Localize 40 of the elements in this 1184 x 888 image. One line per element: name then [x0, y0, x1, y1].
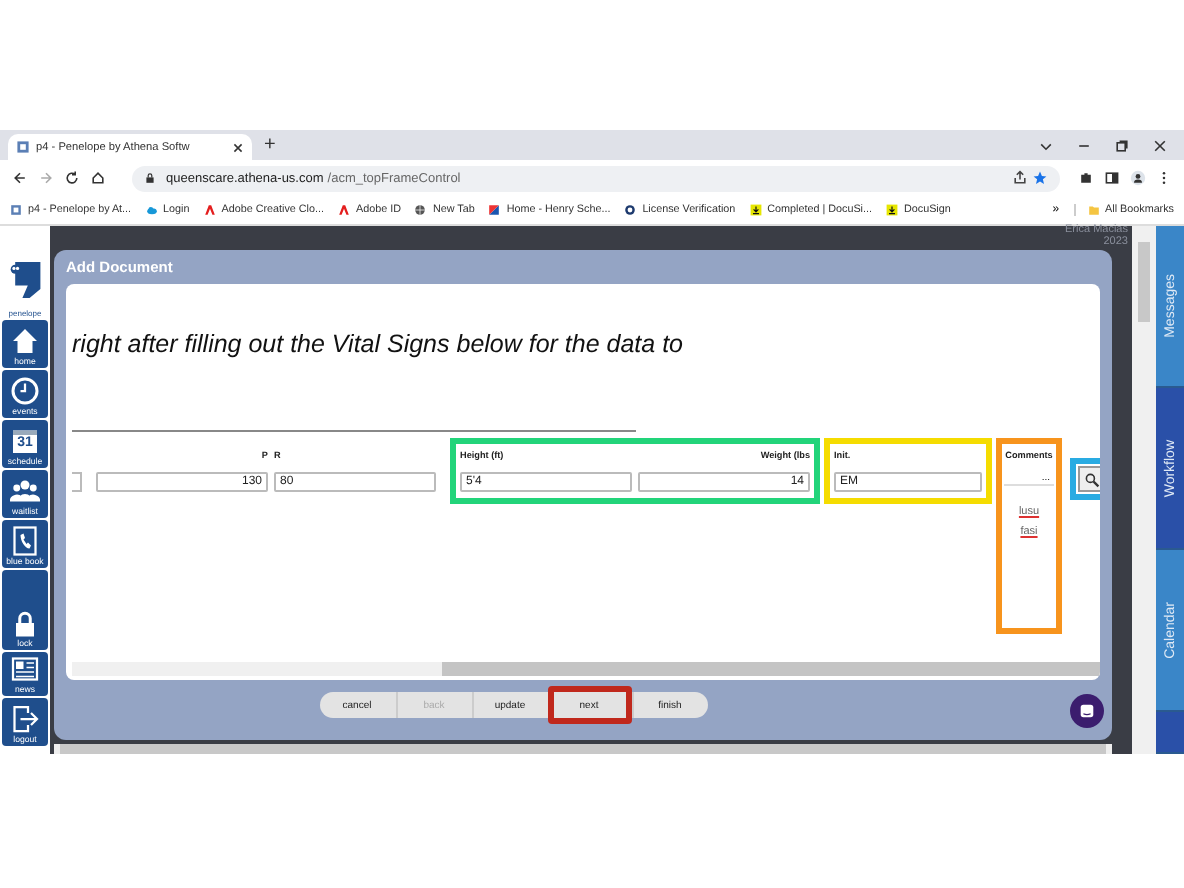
close-icon[interactable] — [232, 141, 244, 153]
clock-icon — [10, 376, 40, 406]
chevron-icon[interactable] — [1038, 138, 1054, 154]
lock-icon — [10, 608, 40, 638]
instruction-text: right after filling out the Vital Signs below for the data to — [72, 330, 686, 358]
cloud-icon — [145, 204, 158, 216]
horizontal-scrollbar[interactable] — [72, 662, 1100, 676]
seal-icon — [624, 204, 637, 216]
search-icon — [1083, 471, 1099, 487]
chat-icon — [1078, 702, 1096, 720]
logout-icon — [10, 704, 40, 734]
download-icon — [749, 204, 762, 216]
input-field[interactable] — [72, 472, 82, 492]
flag-icon — [488, 204, 501, 216]
download-icon — [885, 204, 898, 216]
folder-icon — [1087, 204, 1100, 216]
calendar-icon — [10, 426, 40, 456]
back-icon[interactable] — [12, 170, 28, 186]
horizontal-scrollbar[interactable] — [54, 744, 1112, 754]
newspaper-icon — [10, 654, 40, 684]
lock-icon — [144, 172, 156, 184]
profile-icon[interactable] — [1130, 170, 1146, 186]
new-tab-button[interactable]: + — [252, 132, 288, 160]
home-icon[interactable] — [90, 170, 106, 186]
restore-icon[interactable] — [1114, 138, 1130, 154]
globe-icon — [414, 204, 427, 216]
page-icon — [16, 140, 30, 154]
search-button[interactable] — [1078, 466, 1100, 492]
vertical-scrollbar[interactable] — [1132, 226, 1156, 754]
page-icon — [10, 204, 22, 216]
close-icon[interactable] — [1152, 138, 1168, 154]
house-icon — [10, 326, 40, 356]
people-icon — [10, 476, 40, 506]
phone-book-icon — [10, 526, 40, 556]
reload-icon[interactable] — [64, 170, 80, 186]
share-icon[interactable] — [1012, 170, 1028, 186]
adobe-icon — [203, 204, 216, 216]
star-icon[interactable] — [1032, 170, 1048, 186]
adobe-icon — [338, 204, 350, 216]
sidebar-icon[interactable] — [1104, 170, 1120, 186]
